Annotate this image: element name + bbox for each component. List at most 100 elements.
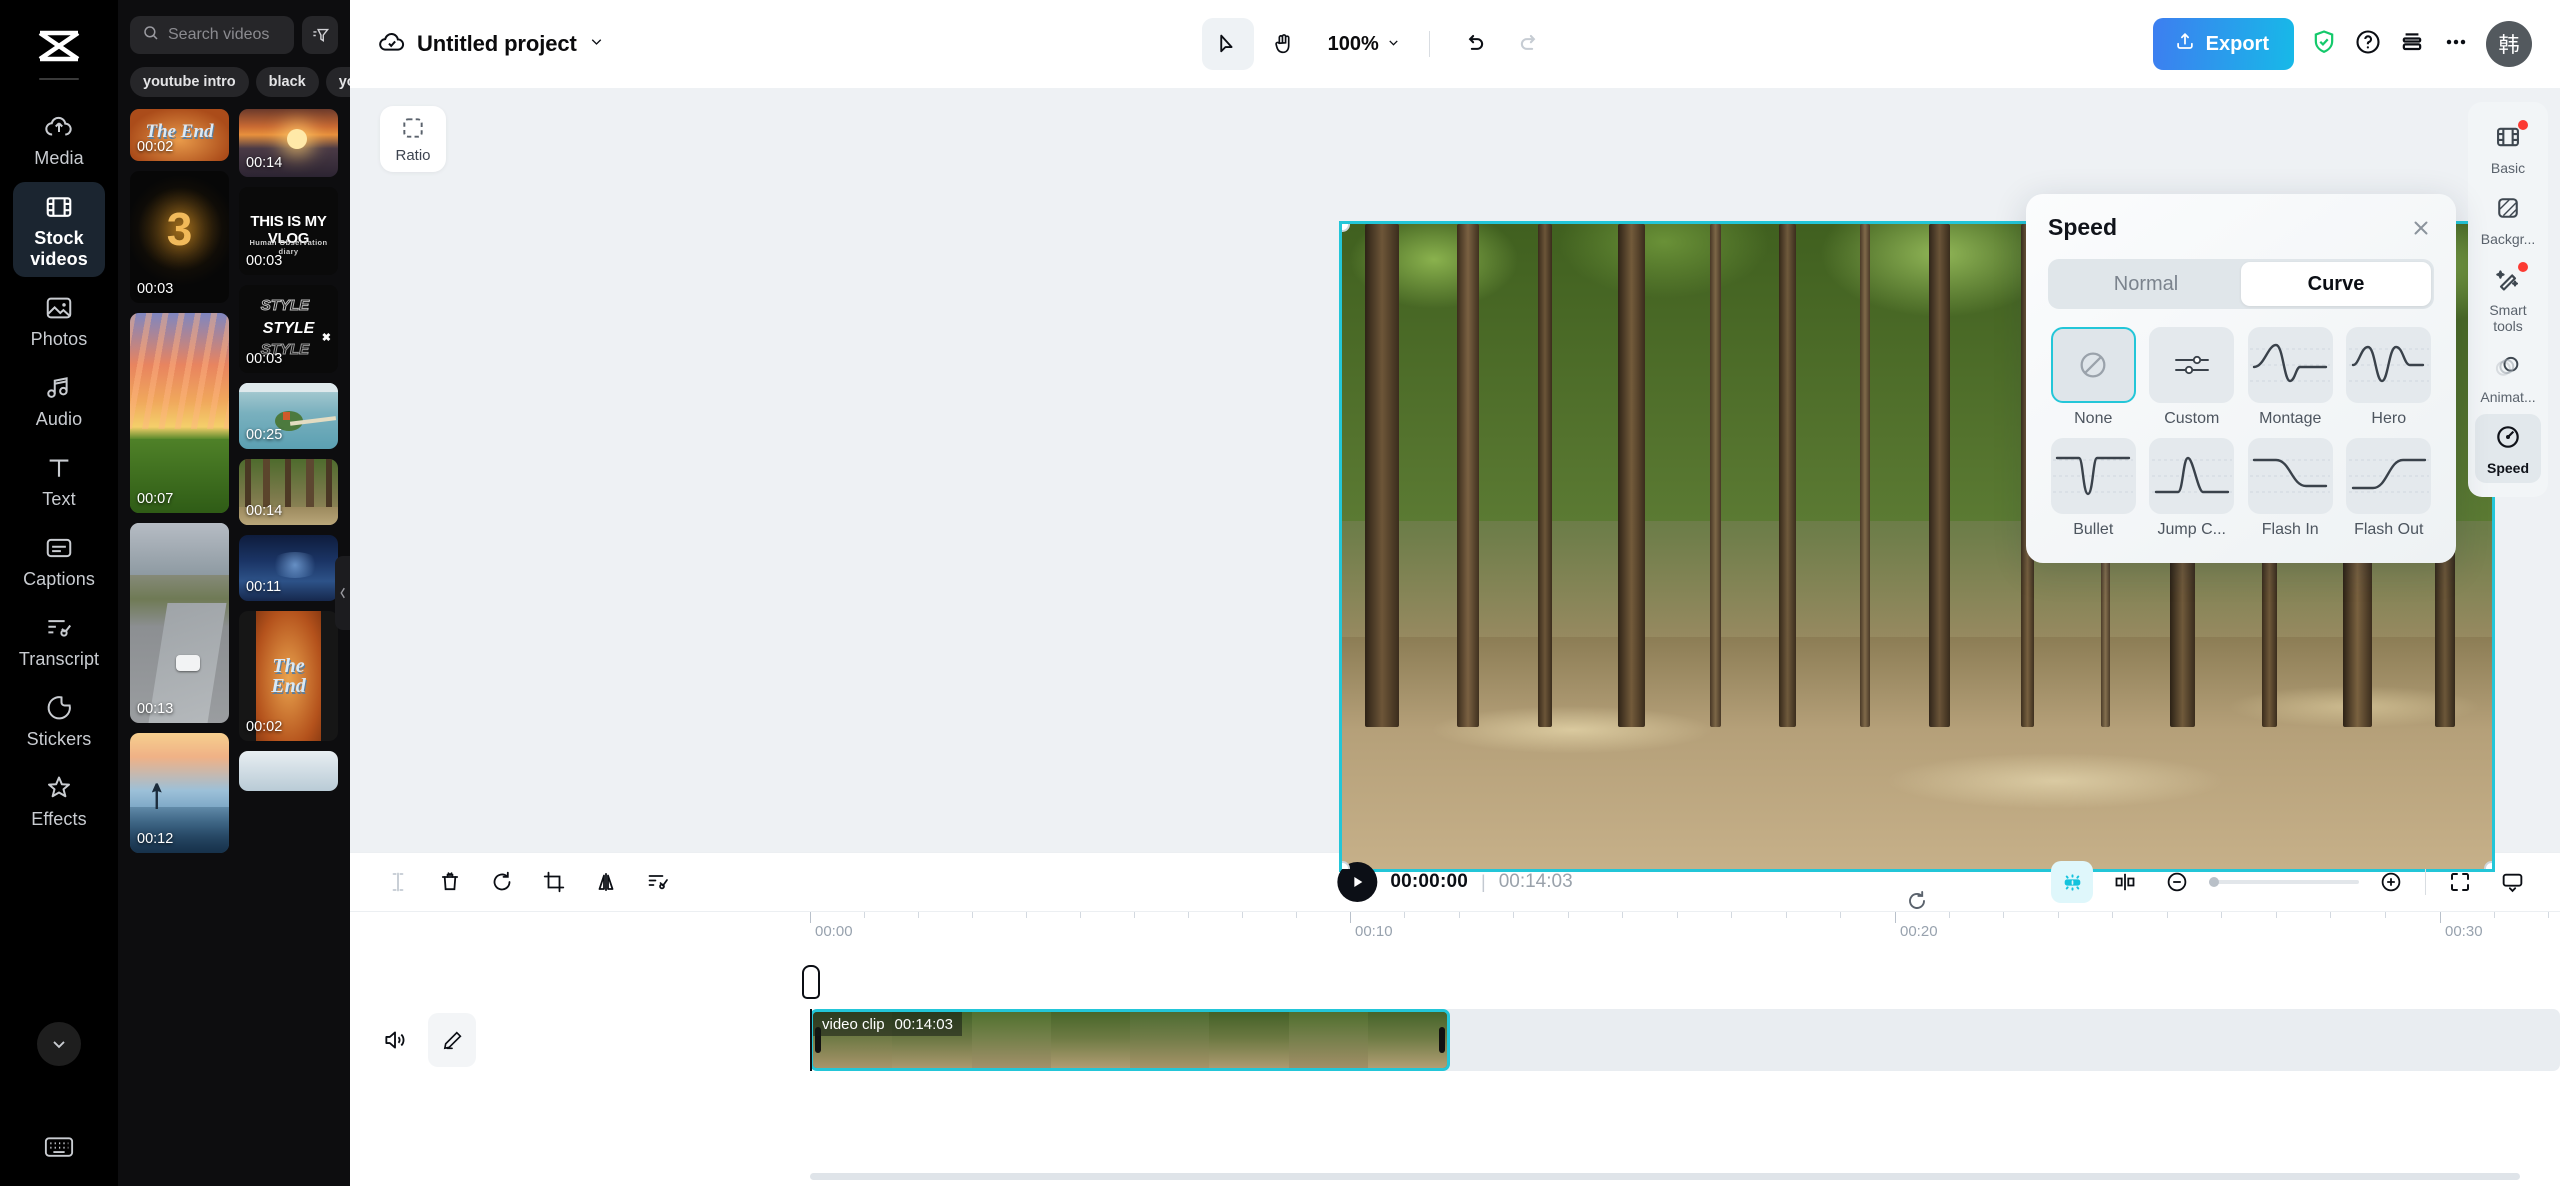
list-item[interactable]: 00:25 — [239, 383, 338, 449]
rotate-cw-icon[interactable] — [482, 862, 522, 902]
tab-normal[interactable]: Normal — [2051, 262, 2241, 306]
list-item[interactable]: STYLE STYLE STYLE ✖ 00:03 — [239, 285, 338, 373]
sidebar-item-media[interactable]: Media — [13, 102, 105, 176]
tag-chip[interactable]: youtube intro — [130, 67, 249, 97]
animation-icon — [2494, 352, 2522, 385]
tab-speed[interactable]: Speed — [2475, 414, 2541, 483]
zoom-slider[interactable] — [2209, 877, 2359, 887]
thumb-duration: 00:14 — [246, 155, 283, 171]
sidebar-item-audio[interactable]: Audio — [13, 363, 105, 437]
thumb-duration: 00:02 — [137, 139, 174, 155]
split-center-icon[interactable] — [2105, 862, 2145, 902]
logo-divider — [39, 78, 79, 80]
sidebar-item-captions[interactable]: Captions — [13, 523, 105, 597]
layout-icon[interactable] — [2398, 28, 2426, 61]
tag-chip[interactable]: black — [255, 67, 319, 97]
horizontal-scrollbar[interactable] — [810, 1173, 2520, 1180]
question-circle-icon[interactable] — [2354, 28, 2382, 61]
playhead[interactable] — [802, 965, 820, 1071]
preset-jump-cut[interactable]: Jump C... — [2147, 438, 2238, 539]
crop-icon[interactable] — [534, 862, 574, 902]
capcut-logo-icon[interactable] — [29, 24, 89, 68]
mirror-icon[interactable] — [586, 862, 626, 902]
curve-jumpcut-icon — [2149, 438, 2235, 514]
search-input[interactable] — [130, 16, 294, 54]
sidebar-item-stickers[interactable]: Stickers — [13, 683, 105, 757]
preset-custom[interactable]: Custom — [2147, 327, 2238, 428]
filter-icon[interactable] — [302, 16, 338, 54]
preset-flash-in[interactable]: Flash In — [2245, 438, 2336, 539]
preset-hero[interactable]: Hero — [2344, 327, 2435, 428]
speaker-icon[interactable] — [378, 1023, 412, 1057]
keyboard-icon[interactable] — [39, 1130, 79, 1164]
sidebar-item-photos[interactable]: Photos — [13, 283, 105, 357]
tab-curve[interactable]: Curve — [2241, 262, 2431, 306]
left-rail: Media Stock videos Photos Audio Text Cap… — [0, 0, 118, 1186]
plus-circle-icon[interactable] — [2371, 862, 2411, 902]
zoom-slider-knob[interactable] — [2209, 877, 2219, 887]
ruler-label: 00:00 — [815, 923, 853, 940]
tab-basic[interactable]: Basic — [2475, 114, 2541, 183]
timeline-tracks: video clip 00:14:03 — [350, 951, 2560, 1186]
minus-circle-icon[interactable] — [2157, 862, 2197, 902]
thumb-duration: 00:11 — [246, 579, 282, 595]
transcript-icon[interactable] — [638, 862, 678, 902]
shield-check-icon[interactable] — [2310, 28, 2338, 61]
ellipsis-icon[interactable] — [2442, 28, 2470, 61]
preview-screen-icon[interactable] — [2492, 862, 2532, 902]
export-button[interactable]: Export — [2152, 18, 2294, 70]
list-item[interactable]: 3 00:03 — [130, 171, 229, 303]
pencil-icon[interactable] — [428, 1013, 476, 1067]
preset-bullet[interactable]: Bullet — [2048, 438, 2139, 539]
cursor-arrow-icon[interactable] — [1201, 18, 1254, 70]
tab-smart-tools[interactable]: Smart tools — [2475, 256, 2541, 341]
clip-handle-right[interactable] — [1439, 1027, 1445, 1053]
undo-icon[interactable] — [1448, 18, 1500, 70]
preset-flash-out[interactable]: Flash Out — [2344, 438, 2435, 539]
tab-label: Speed — [2486, 460, 2529, 476]
hand-icon[interactable] — [1258, 18, 1310, 70]
preset-none[interactable]: None — [2048, 327, 2139, 428]
export-label: Export — [2205, 32, 2269, 55]
list-item[interactable]: 00:07 — [130, 313, 229, 513]
redo-icon[interactable] — [1504, 18, 1556, 70]
chevron-down-icon[interactable] — [37, 1022, 81, 1066]
trash-icon[interactable] — [430, 862, 470, 902]
list-item[interactable] — [239, 751, 338, 791]
list-item[interactable]: The End 00:02 — [239, 611, 338, 741]
list-item[interactable]: THIS IS MY VLOG Human Observation diary … — [239, 187, 338, 275]
sidebar-item-label: Stock videos — [30, 228, 88, 269]
tag-chip[interactable]: youtube — [325, 67, 350, 97]
preset-label: Flash Out — [2354, 521, 2424, 538]
split-icon[interactable] — [378, 862, 418, 902]
chevron-left-icon[interactable] — [335, 556, 350, 630]
list-item[interactable]: 00:12 — [130, 733, 229, 853]
sidebar-item-stock-videos[interactable]: Stock videos — [13, 182, 105, 277]
ground-layer — [1342, 636, 2492, 869]
project-title-group[interactable]: Untitled project — [378, 28, 605, 61]
chevron-down-icon[interactable] — [588, 33, 605, 55]
list-item[interactable]: 00:11 — [239, 535, 338, 601]
magnet-snap-icon[interactable] — [2051, 861, 2093, 903]
sidebar-item-transcript[interactable]: Transcript — [13, 603, 105, 677]
close-icon[interactable] — [2408, 215, 2434, 241]
tab-animation[interactable]: Animat... — [2475, 343, 2541, 412]
sidebar-item-text[interactable]: Text — [13, 443, 105, 517]
curve-preset-grid: None Custom Montage Hero Bullet Jump C..… — [2048, 327, 2434, 539]
ratio-button[interactable]: Ratio — [380, 106, 446, 172]
sidebar-item-effects[interactable]: Effects — [13, 763, 105, 837]
list-item[interactable]: 00:13 — [130, 523, 229, 723]
list-item[interactable]: 00:14 — [239, 109, 338, 177]
zoom-level-selector[interactable]: 100% — [1314, 33, 1411, 56]
timeline-ruler[interactable]: 00:00 00:10 00:20 00:30 0 — [350, 911, 2560, 951]
search-field[interactable] — [168, 26, 282, 44]
fit-screen-icon[interactable] — [2440, 862, 2480, 902]
preset-label: Bullet — [2073, 521, 2114, 538]
avatar[interactable]: 韩 — [2486, 21, 2532, 67]
tab-background[interactable]: Backgr... — [2475, 185, 2541, 254]
list-item[interactable]: 00:14 — [239, 459, 338, 525]
playhead-handle[interactable] — [802, 965, 820, 999]
list-item[interactable]: The End 00:02 — [130, 109, 229, 161]
timeline-clip[interactable]: video clip 00:14:03 — [810, 1009, 1450, 1071]
preset-montage[interactable]: Montage — [2245, 327, 2336, 428]
